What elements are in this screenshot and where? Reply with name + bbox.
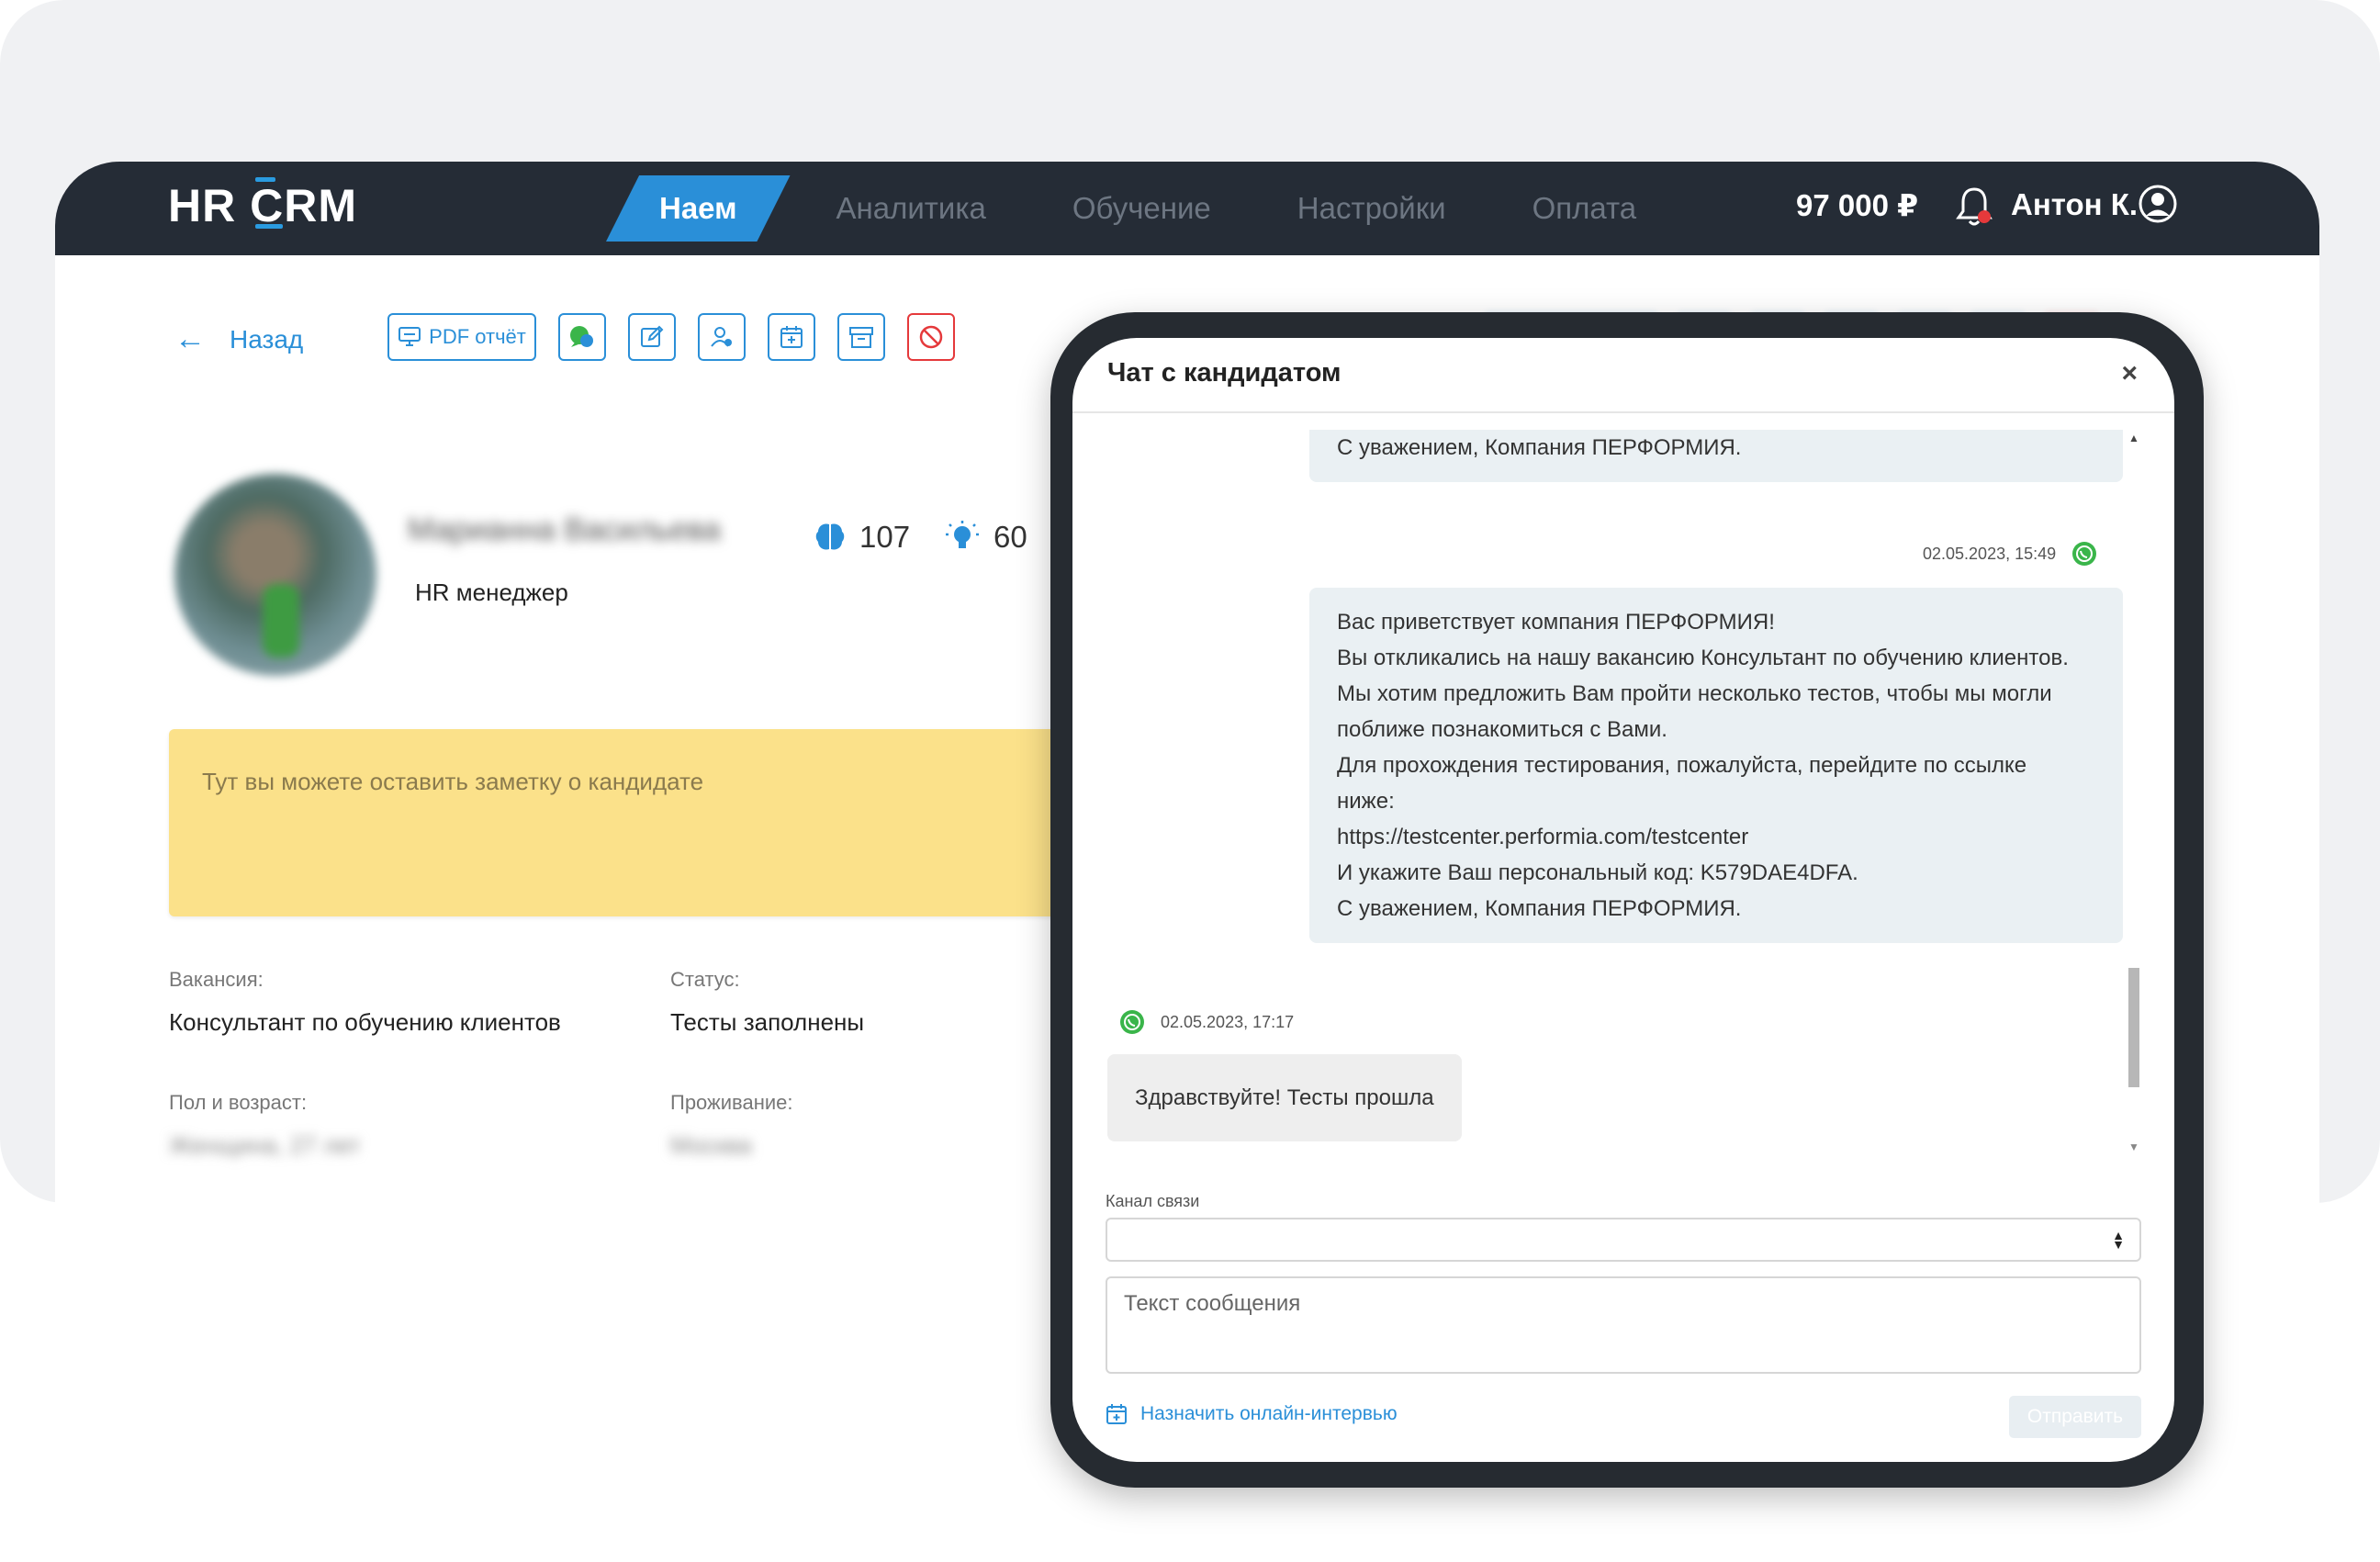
user-avatar-icon[interactable] (2138, 184, 2178, 224)
message-line: поближе познакомиться с Вами. (1337, 717, 1667, 742)
archive-button[interactable] (837, 313, 885, 361)
assign-user-button[interactable] (698, 313, 746, 361)
lightbulb-icon (946, 521, 979, 548)
schedule-interview-link[interactable]: Назначить онлайн-интервью (1106, 1403, 1398, 1425)
ban-icon (919, 325, 943, 349)
whatsapp-chat-button[interactable] (558, 313, 606, 361)
back-label: Назад (230, 324, 304, 354)
nav-item-settings[interactable]: Настройки (1297, 191, 1446, 226)
chat-history[interactable]: С уважением, Компания ПЕРФОРМИЯ. 02.05.2… (1072, 430, 2149, 1159)
gender-age-value: Женщина, 27 лет (169, 1131, 361, 1159)
message-text: Здравствуйте! Тесты прошла (1135, 1085, 1434, 1110)
monitor-icon (399, 327, 421, 346)
logo-text-end: RM (284, 180, 357, 231)
scroll-up-icon[interactable]: ▲ (2128, 432, 2139, 444)
channel-label: Канал связи (1106, 1192, 1200, 1210)
back-link[interactable]: ← Назад (174, 321, 303, 357)
schedule-button[interactable] (768, 313, 815, 361)
main-nav: Наем Аналитика Обучение Настройки Оплата (606, 162, 1723, 255)
modal-title: Чат с кандидатом (1107, 358, 1342, 388)
candidate-position: HR менеджер (415, 579, 568, 606)
candidate-name: Марианна Васильева (408, 512, 721, 547)
message-line: Вы откликались на нашу вакансию Консульт… (1337, 646, 2069, 670)
schedule-interview-label: Назначить онлайн-интервью (1140, 1403, 1398, 1424)
user-assign-icon (711, 327, 732, 347)
whatsapp-icon (2072, 542, 2097, 566)
scrollbar-thumb[interactable] (2128, 968, 2139, 1087)
message-bubble: Вас приветствует компания ПЕРФОРМИЯ! Вы … (1309, 588, 2123, 943)
candidate-avatar (174, 474, 376, 676)
channel-select[interactable]: ▲ ▼ (1106, 1218, 2141, 1262)
brain-score: 107 (814, 520, 910, 555)
chat-modal: Чат с кандидатом × С уважением, Компания… (1072, 338, 2174, 1462)
close-icon[interactable]: × (2121, 358, 2138, 389)
message-line: Мы хотим предложить Вам пройти несколько… (1337, 681, 2052, 706)
edit-button[interactable] (628, 313, 676, 361)
whatsapp-icon (1120, 1010, 1144, 1034)
timestamp-text: 02.05.2023, 15:49 (1923, 544, 2057, 563)
residence-label: Проживание: (670, 1091, 793, 1114)
message-timestamp: 02.05.2023, 17:17 (1118, 1008, 1294, 1036)
candidate-note[interactable]: Тут вы можете оставить заметку о кандида… (169, 729, 1179, 916)
gender-age-label: Пол и возраст: (169, 1091, 308, 1114)
edit-icon (641, 325, 664, 347)
message-text: С уважением, Компания ПЕРФОРМИЯ. (1337, 435, 1742, 460)
brain-icon (815, 523, 845, 550)
candidate-toolbar: PDF отчёт (387, 313, 977, 361)
message-input[interactable] (1106, 1276, 2141, 1374)
balance[interactable]: 97 000 ₽ (1796, 187, 1918, 223)
calendar-add-icon (1106, 1404, 1127, 1424)
message-line: ниже: (1337, 789, 1395, 814)
nav-item-payment[interactable]: Оплата (1532, 191, 1637, 226)
bell-icon[interactable] (1954, 184, 1994, 230)
chat-scrollbar[interactable]: ▲ ▼ (2125, 430, 2139, 1159)
message-bubble: Здравствуйте! Тесты прошла (1107, 1054, 1462, 1141)
user-name[interactable]: Антон К. (2011, 187, 2138, 222)
vacancy-value: Консультант по обучению клиентов (169, 1008, 561, 1036)
reject-button[interactable] (907, 313, 955, 361)
top-navigation-bar: HR CRM Наем Аналитика Обучение Настройки… (55, 162, 2319, 255)
message-line: Для прохождения тестирования, пожалуйста… (1337, 753, 2027, 778)
message-line: С уважением, Компания ПЕРФОРМИЯ. (1337, 896, 1742, 921)
message-line: Вас приветствует компания ПЕРФОРМИЯ! (1337, 610, 1775, 635)
scroll-down-icon[interactable]: ▼ (2128, 1141, 2139, 1153)
message-link[interactable]: https://testcenter.performia.com/testcen… (1337, 819, 2095, 855)
select-arrows-icon: ▲ ▼ (2112, 1228, 2125, 1252)
archive-icon (849, 327, 873, 348)
vacancy-label: Вакансия: (169, 968, 264, 991)
status-label: Статус: (670, 968, 740, 991)
status-value: Тесты заполнены (670, 1008, 865, 1036)
residence-value: Москва (670, 1131, 752, 1159)
logo[interactable]: HR CRM (168, 177, 357, 232)
nav-item-analytics[interactable]: Аналитика (836, 191, 986, 226)
brain-score-value: 107 (859, 520, 911, 554)
note-placeholder: Тут вы можете оставить заметку о кандида… (202, 768, 704, 795)
pdf-report-label: PDF отчёт (429, 325, 526, 348)
calendar-add-icon (780, 326, 803, 348)
nav-item-training[interactable]: Обучение (1072, 191, 1211, 226)
logo-text: HR (168, 180, 251, 231)
logo-text-c: C (250, 177, 285, 231)
nav-item-hiring[interactable]: Наем (606, 175, 791, 242)
arrow-left-icon: ← (174, 321, 206, 356)
pdf-report-button[interactable]: PDF отчёт (387, 313, 536, 361)
send-button[interactable]: Отправить (2009, 1396, 2141, 1438)
idea-score: 60 (944, 520, 1027, 555)
message-bubble: С уважением, Компания ПЕРФОРМИЯ. (1309, 430, 2123, 482)
modal-header: Чат с кандидатом × (1072, 338, 2174, 413)
idea-score-value: 60 (994, 520, 1027, 554)
message-timestamp: 02.05.2023, 15:49 (1923, 540, 2098, 567)
timestamp-text: 02.05.2023, 17:17 (1161, 1012, 1295, 1031)
message-line: И укажите Ваш персональный код: K579DAE4… (1337, 860, 1858, 885)
whatsapp-chat-icon (570, 326, 593, 347)
